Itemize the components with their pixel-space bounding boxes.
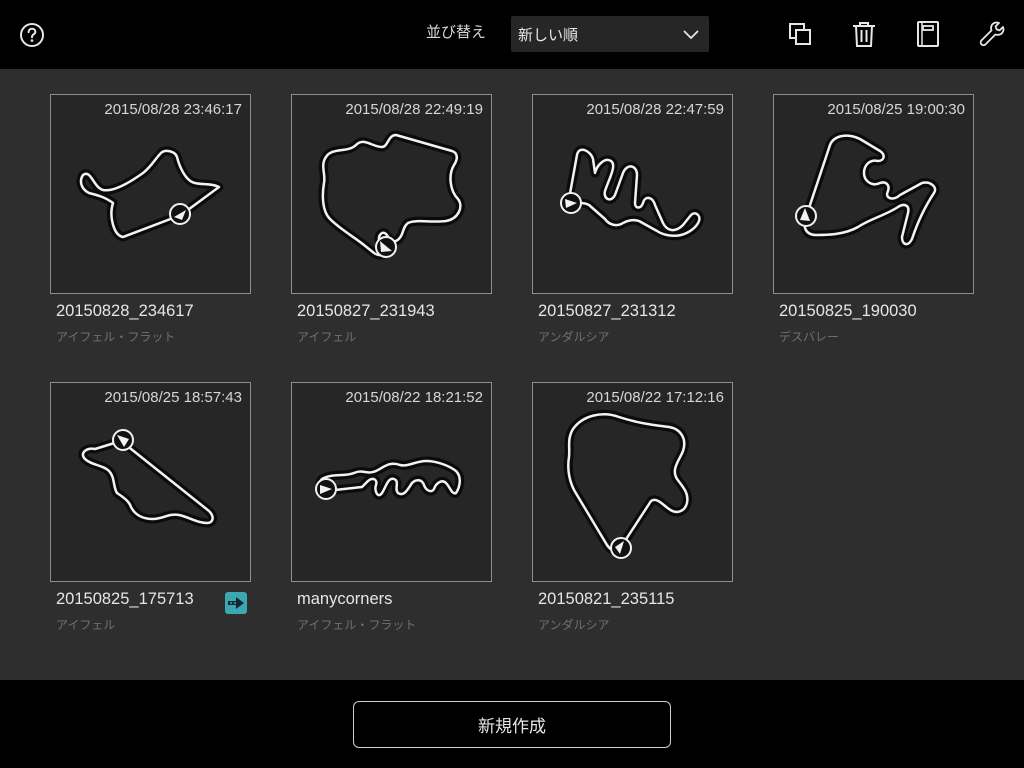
track-map xyxy=(795,131,940,249)
top-toolbar: 並び替え 新しい順 xyxy=(0,0,1024,69)
track-map xyxy=(560,145,704,241)
help-button[interactable] xyxy=(19,22,45,48)
course-name: デスバレー xyxy=(779,330,840,344)
track-thumbnail: 2015/08/28 23:46:17 xyxy=(50,94,251,294)
new-session-button[interactable]: 新規作成 xyxy=(353,701,671,748)
track-map xyxy=(315,456,465,500)
track-thumbnail: 2015/08/28 22:49:19 xyxy=(291,94,492,294)
copy-icon xyxy=(789,23,811,45)
course-name: アンダルシア xyxy=(538,330,610,344)
trash-icon xyxy=(853,22,875,47)
course-name: アイフェル・フラット xyxy=(56,330,176,344)
help-icon xyxy=(20,23,44,47)
wrench-icon xyxy=(979,21,1005,47)
session-name: 20150827_231943 xyxy=(297,302,435,320)
session-name: 20150825_175713 xyxy=(56,590,194,608)
notebook-icon xyxy=(917,21,939,47)
session-name: 20150828_234617 xyxy=(56,302,194,320)
share-icon xyxy=(228,597,244,609)
track-map xyxy=(78,429,218,528)
delete-button[interactable] xyxy=(850,20,878,48)
share-badge[interactable] xyxy=(225,592,247,614)
session-name: 20150825_190030 xyxy=(779,302,917,320)
course-name: アンダルシア xyxy=(538,618,610,632)
bottom-bar: 新規作成 xyxy=(0,680,1024,768)
course-name: アイフェル xyxy=(297,330,357,344)
track-thumbnail: 2015/08/25 18:57:43 xyxy=(50,382,251,582)
course-name: アイフェル xyxy=(56,618,116,632)
copy-button[interactable] xyxy=(786,20,814,48)
track-thumbnail: 2015/08/22 18:21:52 xyxy=(291,382,492,582)
settings-button[interactable] xyxy=(978,20,1006,48)
sort-label: 並び替え xyxy=(426,23,487,41)
course-name: アイフェル・フラット xyxy=(297,618,417,632)
track-thumbnail: 2015/08/25 19:00:30 xyxy=(773,94,974,294)
sort-selected-value: 新しい順 xyxy=(518,25,579,44)
notebook-button[interactable] xyxy=(914,20,942,48)
track-map xyxy=(76,146,224,242)
session-name: 20150827_231312 xyxy=(538,302,676,320)
sort-dropdown[interactable]: 新しい順 xyxy=(511,16,709,52)
session-name: manycorners xyxy=(297,590,393,608)
session-grid: 2015/08/28 23:46:17 20150828_234617 アイフェ… xyxy=(0,69,1024,680)
session-name: 20150821_235115 xyxy=(538,590,675,608)
track-map xyxy=(318,130,465,260)
chevron-down-icon xyxy=(683,30,699,40)
track-map xyxy=(563,409,692,559)
track-thumbnail: 2015/08/28 22:47:59 xyxy=(532,94,733,294)
track-thumbnail: 2015/08/22 17:12:16 xyxy=(532,382,733,582)
